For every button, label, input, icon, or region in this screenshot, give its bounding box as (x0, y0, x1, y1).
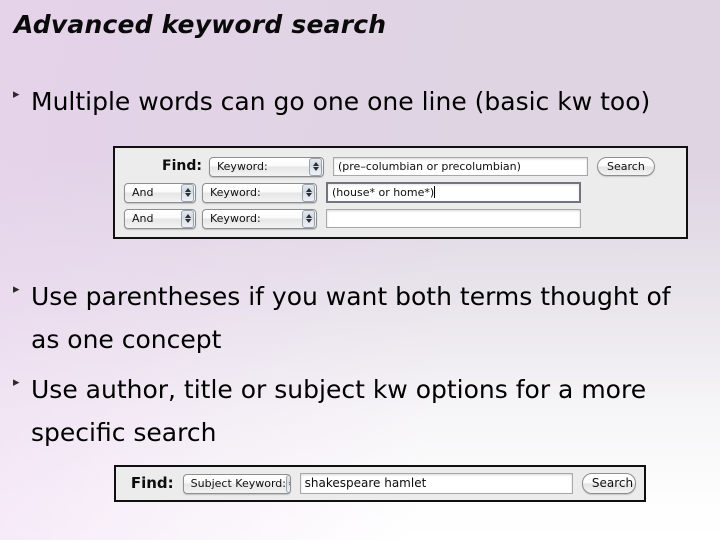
boolean-operator-label: And (132, 185, 154, 199)
simple-search-widget: Find: Subject Keyword: shakespeare hamle… (114, 465, 646, 502)
chevron-up-icon (289, 479, 290, 483)
text-caret (434, 186, 436, 198)
stepper-icon[interactable] (302, 209, 315, 228)
boolean-operator-slot: And (124, 208, 202, 229)
stepper-icon[interactable] (181, 209, 194, 228)
chevron-down-icon (184, 193, 191, 197)
boolean-operator-popup-2[interactable]: And (124, 182, 196, 203)
search-term-input-2-value: (house* or home*) (332, 186, 435, 199)
field-type-popup-label: Keyword: (210, 185, 261, 199)
chevron-down-icon (312, 167, 319, 171)
search-row-1: Find: Keyword: (pre–columbian or precolu… (124, 154, 677, 179)
stepper-icon[interactable] (285, 474, 290, 493)
chevron-up-icon (305, 188, 312, 192)
field-type-slot: Keyword: (202, 208, 326, 229)
boolean-operator-label: And (132, 211, 154, 225)
bullet-item: ▸ Multiple words can go one one line (ba… (12, 80, 702, 123)
search-button[interactable]: Search (581, 473, 636, 494)
search-row-3: And Keyword: (124, 206, 677, 231)
search-term-input-2[interactable]: (house* or home*) (326, 182, 581, 203)
chevron-down-icon (305, 193, 312, 197)
find-label: Find: (130, 474, 174, 492)
field-type-popup-1[interactable]: Keyword: (209, 156, 324, 177)
chevron-up-icon (184, 188, 191, 192)
search-query-input[interactable]: shakespeare hamlet (299, 473, 573, 494)
search-scope-popup[interactable]: Subject Keyword: (182, 473, 291, 494)
field-type-slot: Keyword: (209, 156, 333, 177)
bullet-text: Multiple words can go one one line (basi… (31, 87, 651, 116)
field-type-popup-label: Keyword: (217, 159, 268, 173)
page-title: Advanced keyword search (14, 10, 387, 39)
bullet-item: ▸ Use parentheses if you want both terms… (12, 275, 702, 361)
bullet-item: ▸ Use author, title or subject kw option… (12, 368, 702, 454)
stepper-icon[interactable] (309, 157, 322, 176)
bullet-text: Use author, title or subject kw options … (31, 375, 647, 447)
field-type-slot: Keyword: (202, 182, 326, 203)
chevron-up-icon (305, 214, 312, 218)
bullet-triangle-icon: ▸ (13, 282, 20, 297)
chevron-down-icon (184, 219, 191, 223)
advanced-search-widget: Find: Keyword: (pre–columbian or precolu… (113, 146, 688, 239)
slide-canvas: Advanced keyword search ▸ Multiple words… (0, 0, 720, 540)
field-type-popup-2[interactable]: Keyword: (202, 182, 317, 203)
find-label: Find: (162, 158, 202, 174)
chevron-up-icon (312, 162, 319, 166)
search-button[interactable]: Search (597, 157, 655, 176)
stepper-icon[interactable] (302, 183, 315, 202)
search-term-input-3[interactable] (326, 209, 581, 228)
bullet-triangle-icon: ▸ (13, 87, 20, 102)
field-type-popup-label: Keyword: (210, 211, 261, 225)
bullet-text: Use parentheses if you want both terms t… (31, 282, 671, 354)
chevron-down-icon (305, 219, 312, 223)
boolean-operator-popup-3[interactable]: And (124, 208, 196, 229)
chevron-up-icon (184, 214, 191, 218)
chevron-down-icon (289, 484, 290, 488)
search-term-input-1[interactable]: (pre–columbian or precolumbian) (333, 157, 588, 176)
bullet-triangle-icon: ▸ (13, 375, 20, 390)
search-row-2: And Keyword: (house* or home*) (124, 180, 677, 205)
stepper-icon[interactable] (181, 183, 194, 202)
boolean-operator-slot: And (124, 182, 202, 203)
search-scope-label: Subject Keyword: (190, 476, 286, 490)
field-type-popup-3[interactable]: Keyword: (202, 208, 317, 229)
